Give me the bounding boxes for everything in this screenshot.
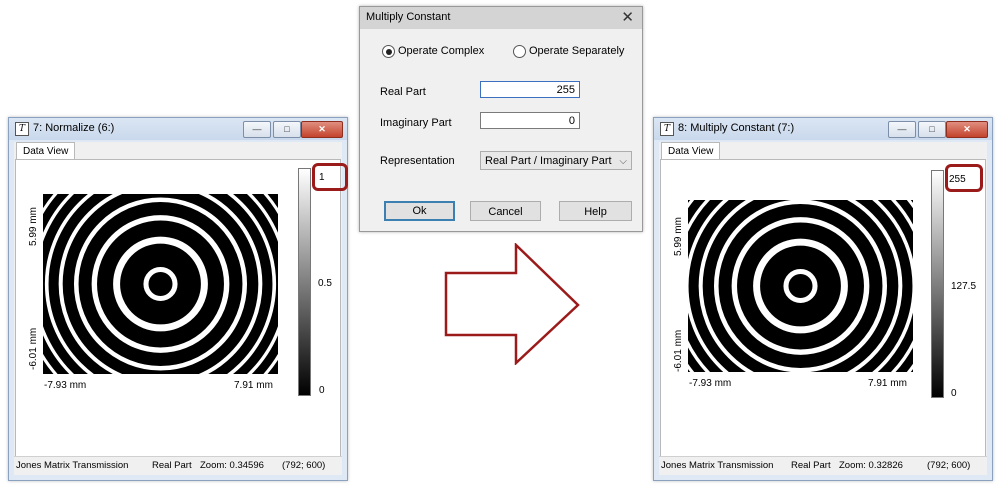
imaginary-part-input[interactable]: 0 — [480, 112, 580, 129]
y-top-label: 5.99 mm — [673, 217, 684, 256]
colorbar-mid: 127.5 — [951, 281, 977, 292]
close-icon[interactable]: ✕ — [621, 8, 634, 26]
x-right-label: 7.91 mm — [234, 380, 273, 391]
colorbar-min: 0 — [951, 388, 957, 399]
status-bar: Jones Matrix Transmission Real Part Zoom… — [659, 456, 987, 475]
window-titlebar[interactable]: T 8: Multiply Constant (7:) — □ ✕ — [654, 118, 992, 140]
real-part-input[interactable]: 255 — [480, 81, 580, 98]
y-bottom-label: -6.01 mm — [673, 329, 684, 372]
highlight-max-value — [945, 164, 983, 192]
maximize-button[interactable]: □ — [273, 121, 301, 138]
document-icon: T — [660, 122, 674, 136]
right-arrow — [444, 243, 580, 365]
tab-data-view[interactable]: Data View — [16, 142, 76, 160]
representation-value: Real Part / Imaginary Part — [485, 155, 612, 167]
data-view-panel: 5.99 mm -6.01 mm -7.93 mm 7.91 mm 255 12… — [660, 159, 986, 457]
representation-select[interactable]: Real Part / Imaginary Part ⌵ — [480, 151, 632, 170]
y-bottom-label: -6.01 mm — [28, 327, 39, 370]
interference-rings — [688, 200, 913, 372]
colorbar — [931, 170, 944, 398]
minimize-button[interactable]: — — [888, 121, 916, 138]
status-type: Jones Matrix Transmission — [661, 460, 774, 471]
window-titlebar[interactable]: T 7: Normalize (6:) — □ ✕ — [9, 118, 347, 140]
multiply-constant-window: T 8: Multiply Constant (7:) — □ ✕ Data V… — [653, 117, 993, 481]
multiply-constant-dialog: Multiply Constant ✕ Operate Complex Oper… — [359, 6, 643, 232]
minimize-button[interactable]: — — [243, 121, 271, 138]
radio-operate-complex-label[interactable]: Operate Complex — [398, 45, 484, 57]
imaginary-part-label: Imaginary Part — [380, 117, 452, 129]
close-button[interactable]: ✕ — [301, 121, 343, 138]
data-view-panel: 5.99 mm -6.01 mm -7.93 mm 7.91 mm 1 0.5 … — [15, 159, 348, 457]
status-type: Jones Matrix Transmission — [16, 460, 129, 471]
status-size: (792; 600) — [282, 460, 326, 471]
x-right-label: 7.91 mm — [868, 378, 907, 389]
chevron-down-icon: ⌵ — [619, 156, 627, 167]
window-title: 7: Normalize (6:) — [33, 122, 115, 134]
radio-operate-separately-label[interactable]: Operate Separately — [529, 45, 624, 57]
status-part: Real Part — [152, 460, 192, 471]
status-size: (792; 600) — [927, 460, 971, 471]
highlight-max-value — [312, 163, 348, 191]
x-left-label: -7.93 mm — [44, 380, 87, 391]
document-icon: T — [15, 122, 29, 136]
status-zoom: Zoom: 0.34596 — [200, 460, 264, 471]
representation-label: Representation — [380, 155, 455, 167]
close-button[interactable]: ✕ — [946, 121, 988, 138]
window-client: Data View 5.99 mm -6.01 mm -7.93 mm 7.91… — [14, 142, 348, 475]
interference-plot[interactable] — [688, 200, 913, 372]
maximize-button[interactable]: □ — [918, 121, 946, 138]
status-part: Real Part — [791, 460, 831, 471]
colorbar — [298, 168, 311, 396]
dialog-titlebar[interactable]: Multiply Constant ✕ — [360, 7, 642, 29]
normalize-window: T 7: Normalize (6:) — □ ✕ Data View 5.99… — [8, 117, 348, 481]
window-title: 8: Multiply Constant (7:) — [678, 122, 795, 134]
tab-data-view[interactable]: Data View — [661, 142, 721, 160]
y-top-label: 5.99 mm — [28, 207, 39, 246]
radio-operate-complex[interactable] — [382, 45, 395, 58]
x-left-label: -7.93 mm — [689, 378, 732, 389]
interference-plot[interactable] — [43, 194, 278, 374]
colorbar-mid: 0.5 — [318, 278, 332, 289]
ok-button[interactable]: Ok — [384, 201, 455, 221]
colorbar-min: 0 — [319, 385, 325, 396]
cancel-button[interactable]: Cancel — [470, 201, 541, 221]
help-button[interactable]: Help — [559, 201, 632, 221]
radio-operate-separately[interactable] — [513, 45, 526, 58]
window-client: Data View 5.99 mm -6.01 mm -7.93 mm 7.91… — [659, 142, 987, 475]
interference-rings — [43, 194, 278, 374]
dialog-title: Multiply Constant — [366, 11, 451, 23]
status-bar: Jones Matrix Transmission Real Part Zoom… — [14, 456, 342, 475]
status-zoom: Zoom: 0.32826 — [839, 460, 903, 471]
real-part-label: Real Part — [380, 86, 426, 98]
